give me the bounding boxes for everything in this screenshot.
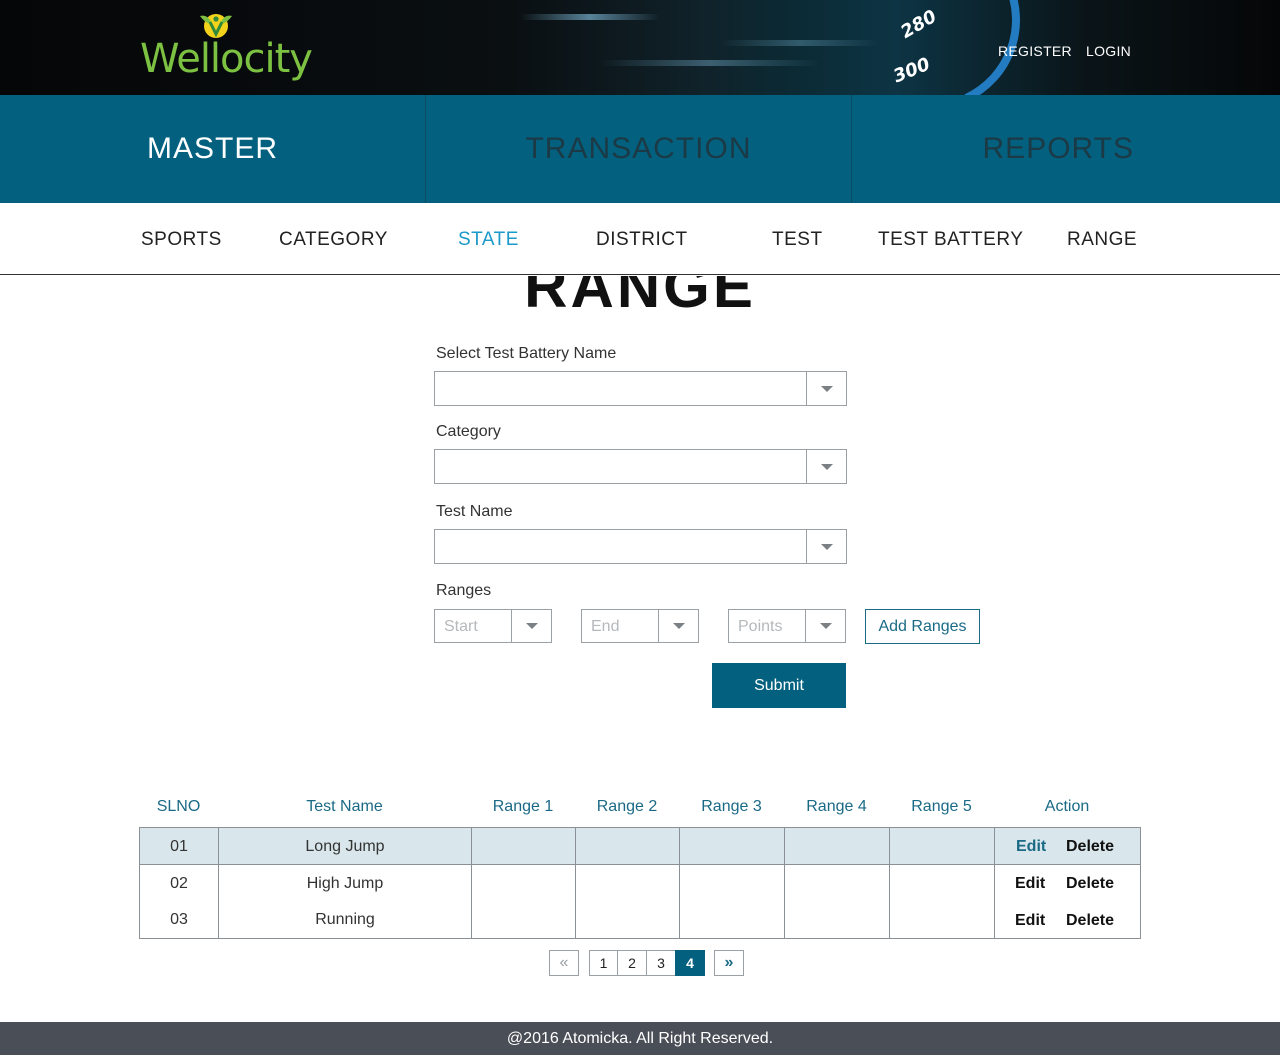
category-dropdown-toggle[interactable] <box>806 450 846 483</box>
test-name-dropdown-toggle[interactable] <box>806 530 846 563</box>
pagination-page-1[interactable]: 1 <box>589 950 618 976</box>
page-title: RANGE <box>524 276 756 320</box>
delete-button[interactable]: Delete <box>1066 838 1114 856</box>
row-slno: 03 <box>170 911 188 928</box>
column-header: Range 1 <box>492 798 554 815</box>
test-name-label: Test Name <box>436 503 513 520</box>
pagination-first-button[interactable]: « <box>549 950 579 976</box>
page-title-area: RANGE <box>0 276 1280 320</box>
chevron-down-icon <box>672 623 685 629</box>
header-decoration <box>520 14 660 20</box>
pagination-page-4[interactable]: 4 <box>675 950 705 976</box>
tab-reports[interactable]: REPORTS <box>852 95 1280 203</box>
subnav-category[interactable]: CATEGORY <box>279 229 388 251</box>
subnav-range[interactable]: RANGE <box>1067 229 1137 251</box>
tab-transaction[interactable]: TRANSACTION <box>426 95 852 203</box>
category-label: Category <box>436 423 501 440</box>
pagination-page-2[interactable]: 2 <box>617 950 647 976</box>
delete-button[interactable]: Delete <box>1066 912 1114 930</box>
header-decoration <box>600 60 820 66</box>
column-divider <box>784 828 785 938</box>
add-ranges-button[interactable]: Add Ranges <box>865 609 980 644</box>
register-link[interactable]: REGISTER <box>998 43 1072 59</box>
column-divider <box>471 828 472 938</box>
chevron-down-icon <box>820 543 833 550</box>
subnav-district[interactable]: DISTRICT <box>596 229 688 251</box>
ranges-label: Ranges <box>436 582 492 599</box>
range-start-placeholder: Start <box>444 618 478 635</box>
column-divider <box>889 828 890 938</box>
column-divider <box>679 828 680 938</box>
tab-master[interactable]: MASTER <box>0 95 426 203</box>
row-test-name: High Jump <box>306 875 384 892</box>
column-header: Range 4 <box>806 798 867 815</box>
battery-select[interactable] <box>434 371 847 406</box>
subnav-sports[interactable]: SPORTS <box>141 229 222 251</box>
chevron-down-icon <box>820 385 833 392</box>
edit-button[interactable]: Edit <box>1015 875 1045 893</box>
row-slno: 01 <box>170 838 188 855</box>
footer: @2016 Atomicka. All Right Reserved. <box>0 1022 1280 1055</box>
subnav-test-battery[interactable]: TEST BATTERY <box>878 229 1023 251</box>
category-select[interactable] <box>434 449 847 484</box>
main-tabs: MASTER TRANSACTION REPORTS <box>0 95 1280 203</box>
edit-button[interactable]: Edit <box>1015 912 1045 930</box>
range-start-select[interactable]: Start <box>434 609 552 643</box>
sub-navigation: SPORTS CATEGORY STATE DISTRICT TEST TEST… <box>0 203 1280 275</box>
range-end-toggle[interactable] <box>658 610 698 642</box>
pagination-page-3[interactable]: 3 <box>646 950 676 976</box>
range-start-toggle[interactable] <box>511 610 551 642</box>
chevron-down-icon <box>819 623 832 629</box>
column-divider <box>575 828 576 938</box>
row-slno: 02 <box>170 875 188 892</box>
battery-dropdown-toggle[interactable] <box>806 372 846 405</box>
row-test-name: Long Jump <box>305 838 385 855</box>
submit-button[interactable]: Submit <box>712 663 846 708</box>
column-header: Range 5 <box>911 798 972 815</box>
subnav-test[interactable]: TEST <box>772 229 823 251</box>
copyright-text: @2016 Atomicka. All Right Reserved. <box>506 1029 774 1047</box>
delete-button[interactable]: Delete <box>1066 875 1114 893</box>
battery-label: Select Test Battery Name <box>436 345 617 362</box>
range-points-placeholder: Points <box>738 618 783 635</box>
edit-button[interactable]: Edit <box>1016 838 1046 856</box>
wellocity-logo[interactable]: Wellocity <box>140 8 313 86</box>
column-header: Test Name <box>306 798 383 815</box>
subnav-state[interactable]: STATE <box>458 229 519 251</box>
column-divider <box>994 828 995 938</box>
column-header: Range 2 <box>596 798 658 815</box>
brand-name: Wellocity <box>140 36 313 82</box>
range-end-select[interactable]: End <box>581 609 699 643</box>
range-points-select[interactable]: Points <box>728 609 846 643</box>
column-header: Range 3 <box>701 798 762 815</box>
top-header: 280 300 Wellocity REGISTER LOGIN <box>0 0 1280 95</box>
range-end-placeholder: End <box>591 618 620 635</box>
column-header: SLNO <box>156 798 201 815</box>
login-link[interactable]: LOGIN <box>1086 43 1131 59</box>
column-header: Action <box>1044 798 1090 815</box>
row-test-name: Running <box>315 911 375 928</box>
chevron-down-icon <box>525 623 538 629</box>
pagination-last-button[interactable]: » <box>714 950 744 976</box>
range-points-toggle[interactable] <box>805 610 845 642</box>
chevron-down-icon <box>820 463 833 470</box>
ranges-table: 01 Long Jump Edit Delete 02 High Jump Ed… <box>139 827 1141 939</box>
test-name-select[interactable] <box>434 529 847 564</box>
